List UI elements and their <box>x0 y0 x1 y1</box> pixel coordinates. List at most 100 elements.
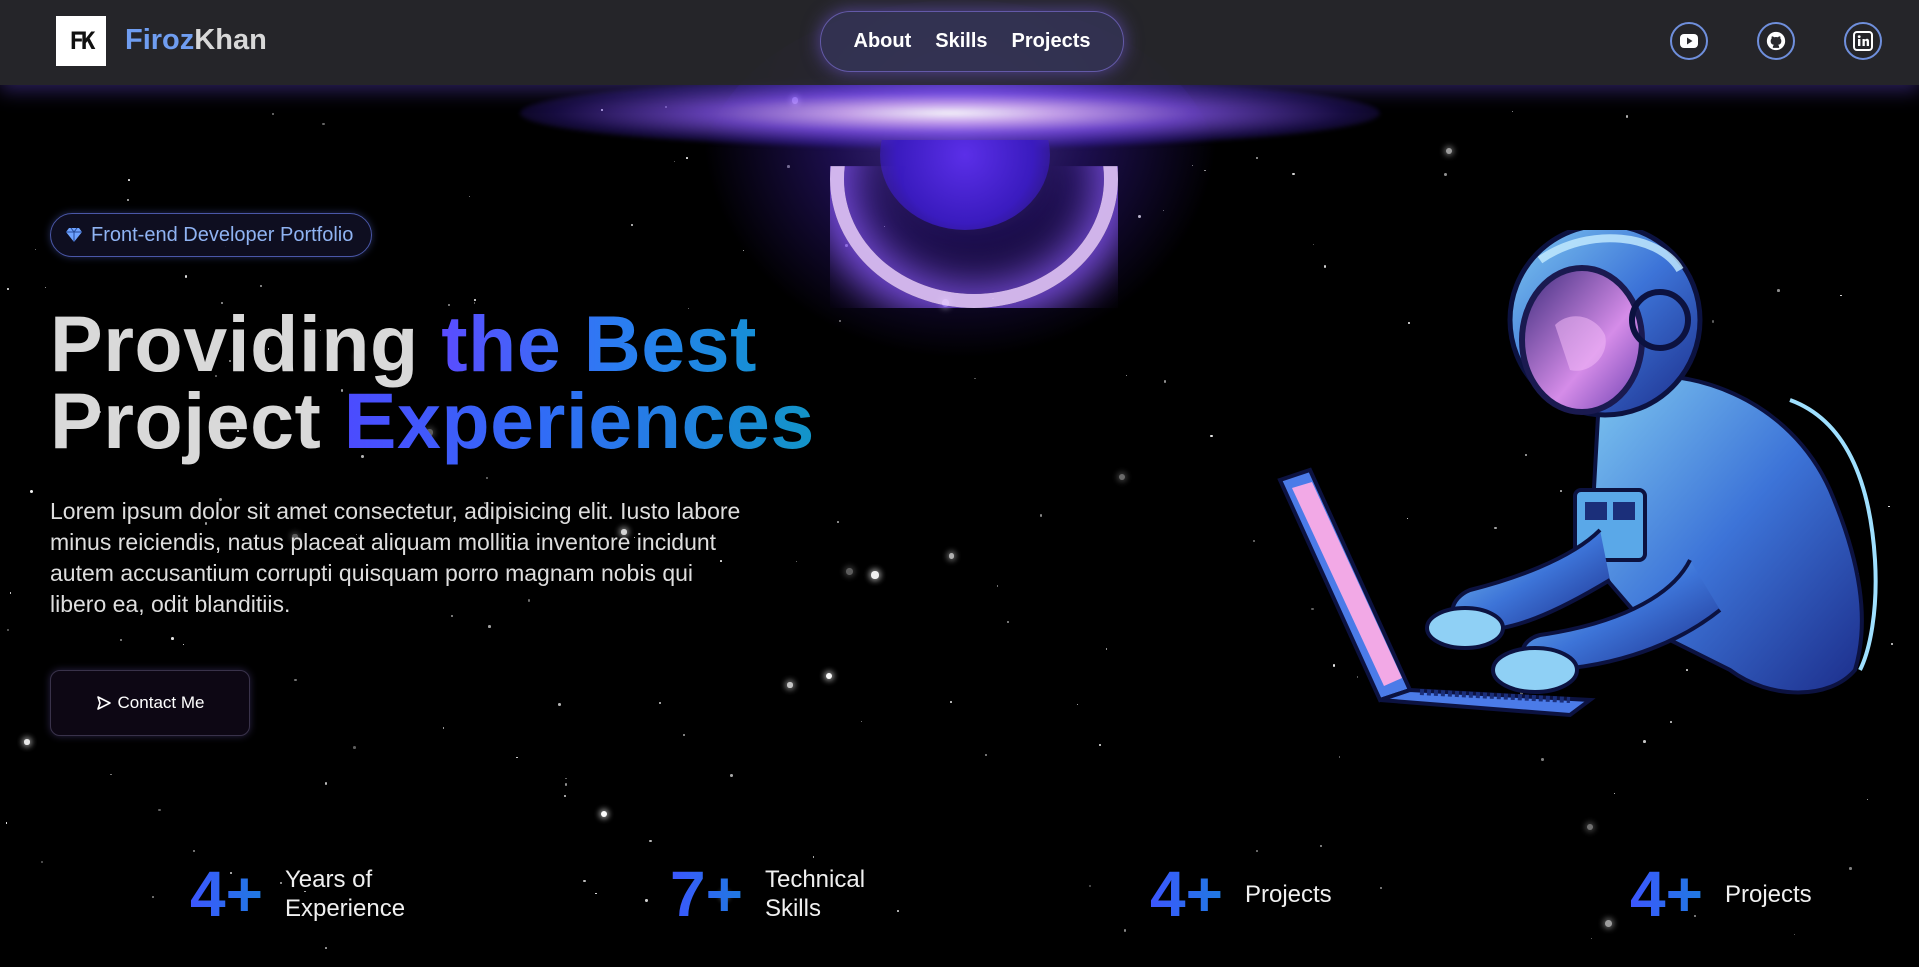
star <box>193 850 195 852</box>
star <box>516 756 518 759</box>
badge-text: Front-end Developer Portfolio <box>91 223 354 246</box>
nav-projects[interactable]: Projects <box>1012 30 1091 53</box>
stat-label-line2: Skills <box>764 895 821 922</box>
star <box>1586 823 1594 831</box>
star <box>1890 642 1893 645</box>
star <box>1625 115 1628 118</box>
star <box>183 644 185 646</box>
headline-line1-accent: the Best <box>441 299 757 388</box>
star <box>595 892 597 895</box>
stat-label-line1: Years of <box>284 866 373 893</box>
star <box>40 861 44 864</box>
star <box>601 108 604 111</box>
diamond-icon <box>66 227 82 242</box>
stat-number: 4+ <box>1150 858 1223 930</box>
star <box>1253 540 1256 543</box>
star <box>871 571 879 579</box>
star <box>1006 620 1009 623</box>
nav-about[interactable]: About <box>854 30 912 53</box>
stat-label: Years of Experience <box>285 865 425 923</box>
star <box>948 553 955 560</box>
stat-number: 7+ <box>670 858 743 930</box>
star <box>44 287 46 289</box>
linkedin-link[interactable] <box>1844 22 1882 60</box>
stat-number: 4+ <box>190 858 263 930</box>
star <box>673 161 675 163</box>
star <box>826 673 832 680</box>
star <box>564 794 567 797</box>
youtube-link[interactable] <box>1670 22 1708 60</box>
star <box>442 727 445 729</box>
hero-description: Lorem ipsum dolor sit amet consectetur, … <box>50 498 741 617</box>
star <box>1163 380 1167 384</box>
star <box>1643 740 1647 744</box>
contact-me-button[interactable]: Contact Me <box>50 670 250 736</box>
star <box>1191 165 1193 167</box>
star <box>1088 884 1092 888</box>
star <box>730 774 733 777</box>
stat-projects-1: 4+ Projects <box>1150 862 1385 926</box>
headline-line2-accent: Experiences <box>343 376 815 465</box>
stat-label: Projects <box>1244 880 1332 908</box>
github-icon <box>1766 31 1786 51</box>
star <box>1106 648 1108 650</box>
star <box>792 97 799 104</box>
star <box>170 636 174 640</box>
star <box>1255 850 1258 853</box>
star <box>34 248 36 250</box>
star <box>322 122 325 126</box>
nav-skills[interactable]: Skills <box>935 30 987 53</box>
star <box>860 720 862 722</box>
stat-projects-2: 4+ Projects <box>1630 862 1865 926</box>
github-link[interactable] <box>1757 22 1795 60</box>
star <box>1039 514 1043 517</box>
star <box>1118 473 1125 480</box>
stat-number: 4+ <box>1630 858 1703 930</box>
star <box>659 702 661 704</box>
role-badge: Front-end Developer Portfolio <box>50 213 372 257</box>
star <box>837 521 839 523</box>
star <box>325 947 327 950</box>
contact-me-label: Contact Me <box>117 693 205 712</box>
star <box>844 243 848 247</box>
star <box>565 777 567 780</box>
linkedin-icon <box>1853 31 1873 51</box>
star <box>5 822 7 824</box>
star <box>649 840 652 843</box>
brand-last-name: Khan <box>194 24 267 56</box>
star <box>7 629 9 631</box>
star <box>558 702 561 706</box>
main-nav: About Skills Projects <box>820 11 1124 72</box>
star <box>9 592 11 594</box>
star <box>938 170 941 174</box>
star <box>158 808 162 812</box>
star <box>1099 744 1102 747</box>
stat-label: Technical Skills <box>765 865 905 923</box>
star <box>272 113 275 116</box>
star <box>984 754 987 757</box>
star <box>1319 844 1323 848</box>
star <box>1591 937 1593 939</box>
star <box>126 198 129 201</box>
logo[interactable]: FK <box>56 16 106 66</box>
star <box>184 274 188 278</box>
star <box>950 701 953 704</box>
star <box>1204 169 1206 172</box>
star <box>682 733 685 737</box>
brand-name[interactable]: FirozKhan <box>125 24 267 57</box>
star <box>120 638 123 641</box>
star <box>941 299 950 307</box>
star <box>1125 375 1128 377</box>
youtube-icon <box>1680 34 1698 48</box>
star <box>1338 756 1341 759</box>
star <box>152 895 154 898</box>
star <box>1604 919 1612 927</box>
star <box>883 226 885 228</box>
star <box>1444 173 1448 177</box>
star <box>1540 757 1544 761</box>
star <box>6 287 9 290</box>
headline-line1-plain: Providing <box>50 299 442 388</box>
star <box>324 782 328 786</box>
star <box>846 568 853 575</box>
send-icon <box>96 696 111 710</box>
